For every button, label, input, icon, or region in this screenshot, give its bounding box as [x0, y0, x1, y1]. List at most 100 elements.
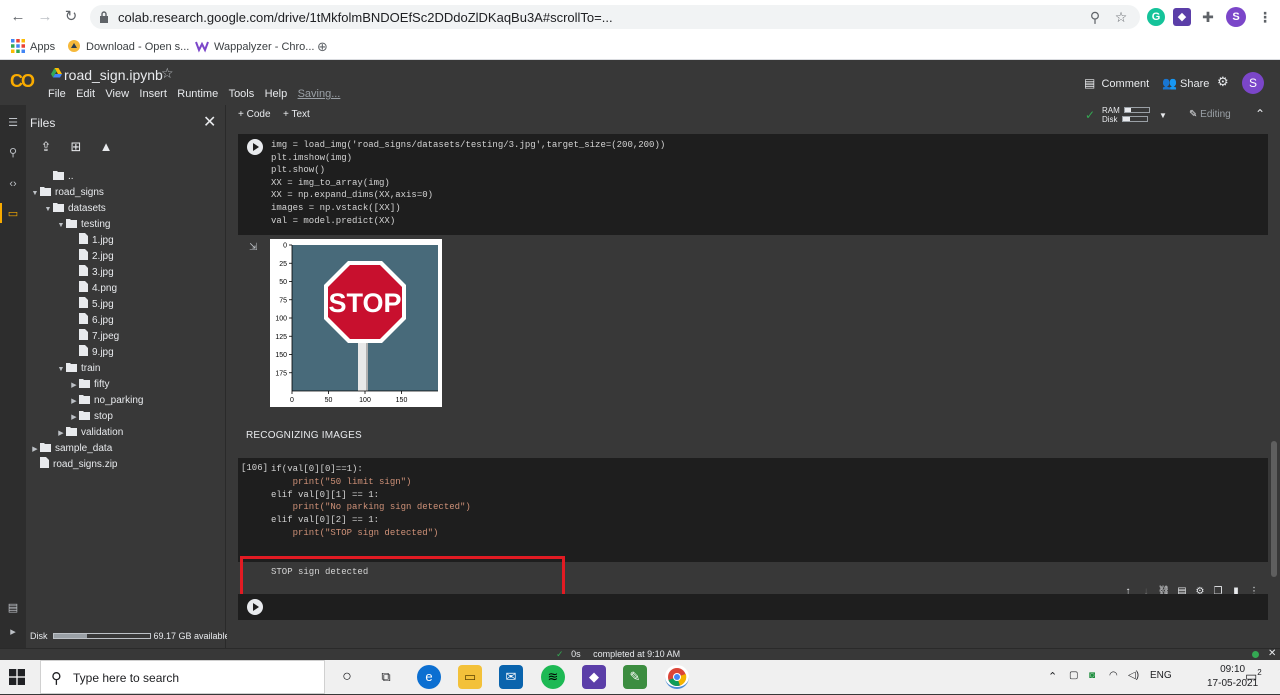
file-tree-item[interactable]: 7.jpeg [69, 329, 119, 345]
caret-down-icon[interactable]: ▼ [56, 218, 66, 234]
cortana-icon[interactable]: ○ [335, 665, 359, 689]
file-tree-item[interactable]: 9.jpg [69, 345, 114, 361]
caret-down-icon[interactable]: ▼ [56, 362, 66, 378]
new-folder-icon[interactable]: ⊞ [68, 139, 84, 155]
bookmark-star-icon[interactable]: ☆ [1112, 8, 1130, 26]
code-cell-empty[interactable] [238, 594, 1268, 620]
code-snippets-icon[interactable]: ‹› [6, 177, 20, 191]
edge-icon[interactable]: e [417, 665, 441, 689]
caret-down-icon[interactable]: ▼ [43, 202, 53, 218]
caret-right-icon[interactable]: ▶ [69, 378, 79, 394]
file-tree-item[interactable]: 6.jpg [69, 313, 114, 329]
scrollbar[interactable] [1271, 441, 1277, 577]
address-bar[interactable]: colab.research.google.com/drive/1tMkfolm… [90, 5, 1140, 29]
extension-badge-icon[interactable]: ◆ [1173, 8, 1191, 26]
caret-right-icon[interactable]: ▶ [56, 426, 66, 442]
file-tree-item[interactable]: ▶ sample_data [30, 441, 112, 457]
add-code-button[interactable]: + Code [238, 109, 271, 120]
caret-right-icon[interactable]: ▶ [69, 394, 79, 410]
image-editor-icon[interactable]: ✎ [623, 665, 647, 689]
toc-list-icon[interactable]: ☰ [6, 116, 20, 130]
notebook-title[interactable]: road_sign.ipynb [64, 67, 163, 83]
caret-down-icon[interactable]: ▼ [30, 186, 40, 202]
mail-icon[interactable]: ✉ [499, 665, 523, 689]
chevron-up-icon[interactable]: ⌃ [1048, 670, 1057, 683]
chrome-icon[interactable] [665, 665, 689, 689]
bookmark-apps[interactable]: Apps [11, 38, 55, 56]
file-tree-item[interactable]: 4.png [69, 281, 117, 297]
file-tree-item[interactable]: ▶ no_parking [69, 393, 143, 409]
caret-right-icon[interactable]: ▶ [30, 442, 40, 458]
caret-right-icon[interactable]: ▶ [69, 410, 79, 426]
taskbar-search-box[interactable]: ⚲ Type here to search [40, 660, 325, 694]
command-palette-icon[interactable]: ▤ [6, 601, 20, 615]
menu-view[interactable]: View [105, 88, 129, 100]
back-icon[interactable]: ← [9, 8, 27, 26]
search-icon[interactable]: ⚲ [6, 146, 20, 160]
bookmark-wappalyzer[interactable]: Wappalyzer - Chro... [195, 38, 314, 56]
code-cell-recognize[interactable]: [106] if(val[0][0]==1): print("50 limit … [238, 458, 1268, 562]
windows-start-icon[interactable] [9, 669, 25, 685]
active-indicator [0, 203, 2, 223]
colab-avatar[interactable]: S [1242, 72, 1264, 94]
chevron-up-icon[interactable]: ⌃ [1255, 107, 1265, 121]
terminal-icon[interactable]: ▸ [6, 625, 20, 639]
star-icon[interactable]: ☆ [161, 65, 174, 82]
ram-disk-indicator[interactable]: RAM Disk [1102, 106, 1150, 124]
file-tree-item[interactable]: .. [43, 169, 74, 185]
file-tree-item[interactable]: ▶ fifty [69, 377, 110, 393]
mount-drive-icon[interactable]: ▲ [98, 139, 114, 155]
close-icon[interactable]: ✕ [1268, 648, 1276, 659]
run-cell-button[interactable] [247, 139, 263, 155]
file-tree-item[interactable]: ▼ road_signs [30, 185, 104, 201]
globe-icon[interactable]: ⊕ [317, 38, 328, 56]
close-icon[interactable]: ✕ [203, 112, 216, 132]
file-tree-item[interactable]: 1.jpg [69, 233, 114, 249]
upload-file-icon[interactable]: ⇪ [38, 139, 54, 155]
output-redirect-icon[interactable]: ⇲ [249, 242, 261, 253]
settings-gear-icon[interactable]: ⚙ [1217, 74, 1229, 90]
menu-edit[interactable]: Edit [76, 88, 95, 100]
virtualbox-icon[interactable]: ◆ [582, 665, 606, 689]
file-tree-item[interactable]: ▶ validation [56, 425, 123, 441]
comment-button[interactable]: ▤ Comment [1084, 76, 1149, 90]
forward-icon[interactable]: → [36, 8, 54, 26]
spotify-icon[interactable]: ≋ [541, 665, 565, 689]
volume-icon[interactable]: ◁) [1128, 670, 1139, 681]
runtime-dropdown-icon[interactable]: ▼ [1159, 111, 1167, 120]
file-tree-item[interactable]: 2.jpg [69, 249, 114, 265]
menu-help[interactable]: Help [265, 88, 288, 100]
editing-mode[interactable]: ✎ Editing [1189, 109, 1231, 120]
file-tree-item[interactable]: 3.jpg [69, 265, 114, 281]
code-cell-load-image[interactable]: img = load_img('road_signs/datasets/test… [238, 134, 1268, 235]
file-tree-item[interactable]: ▼ testing [56, 217, 110, 233]
grammarly-extension-icon[interactable]: G [1147, 8, 1165, 26]
task-view-icon[interactable]: ⧉ [374, 665, 398, 689]
add-text-button[interactable]: + Text [283, 109, 310, 120]
browser-menu-icon[interactable]: ⋮ [1256, 8, 1274, 26]
colab-logo[interactable]: CO [10, 71, 35, 92]
share-button[interactable]: 👥 Share [1162, 76, 1209, 90]
security-icon[interactable]: ◙ [1089, 670, 1095, 681]
profile-avatar[interactable]: S [1226, 7, 1246, 27]
file-tree-item[interactable]: 5.jpg [69, 297, 114, 313]
menu-file[interactable]: File [48, 88, 66, 100]
file-tree-item[interactable]: ▼ datasets [43, 201, 106, 217]
notifications-icon[interactable]: ▭2 [1245, 668, 1262, 684]
file-tree-item[interactable]: ▼ train [56, 361, 100, 377]
wifi-icon[interactable]: ◠ [1109, 670, 1118, 681]
menu-tools[interactable]: Tools [229, 88, 255, 100]
run-cell-button[interactable] [247, 599, 263, 615]
menu-runtime[interactable]: Runtime [177, 88, 218, 100]
menu-insert[interactable]: Insert [139, 88, 167, 100]
puzzle-icon[interactable]: ✚ [1199, 8, 1217, 26]
file-tree-item[interactable]: road_signs.zip [30, 457, 117, 473]
reload-icon[interactable]: ↻ [62, 8, 80, 26]
file-explorer-icon[interactable]: ▭ [458, 665, 482, 689]
files-folder-icon[interactable]: ▭ [6, 207, 20, 221]
language-indicator[interactable]: ENG [1150, 670, 1172, 681]
bookmark-download[interactable]: Download - Open s... [67, 38, 189, 56]
zoom-icon[interactable]: ⚲ [1086, 8, 1104, 26]
device-icon[interactable]: ▢ [1069, 670, 1078, 681]
file-tree-item[interactable]: ▶ stop [69, 409, 113, 425]
